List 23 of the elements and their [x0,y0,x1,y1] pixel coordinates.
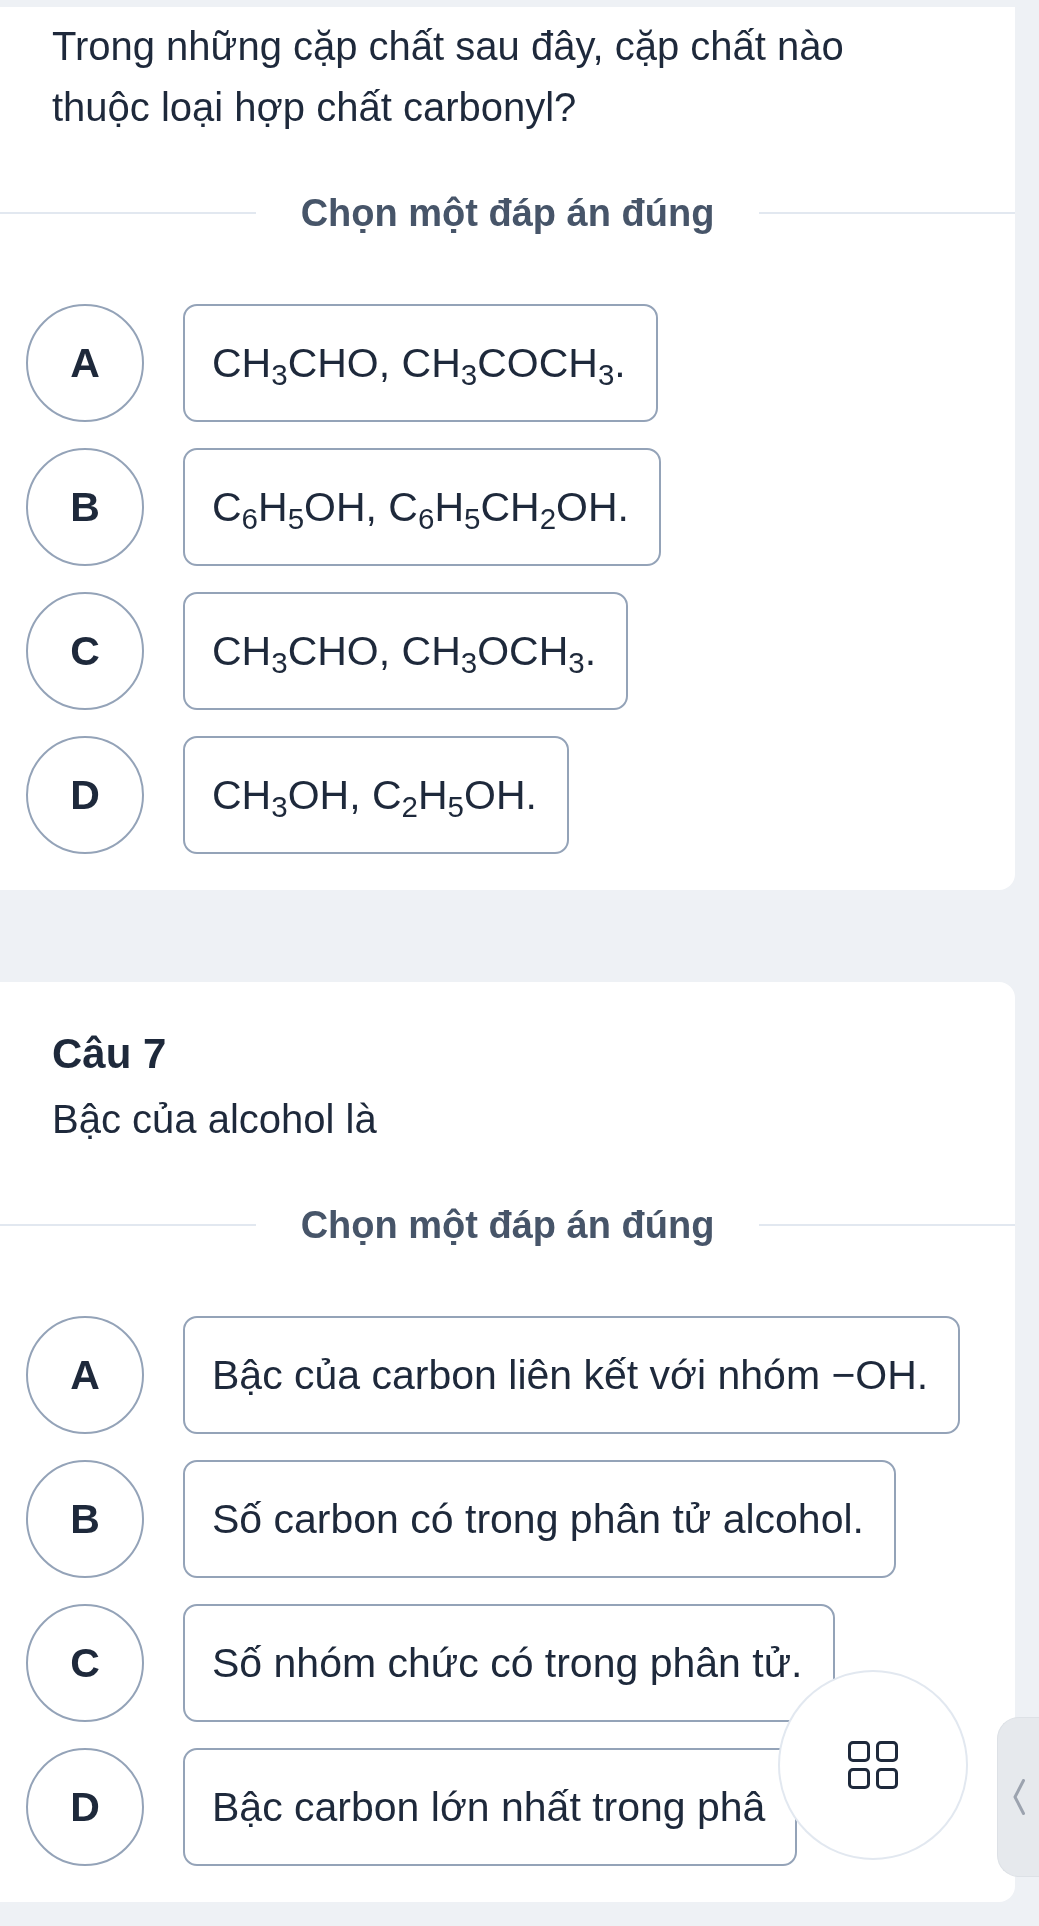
answer-button[interactable]: CH$_{3}$CHO, CH$_{3}$OCH$_{3}$. [183,592,629,710]
question-text: Bậc của alcohol là [51,1096,378,1143]
answer-button[interactable]: C$_{6}$H$_{5}$OH, C$_{6}$H$_{5}$CH$_{2}$OH. [183,448,661,566]
answer-button[interactable]: Số carbon có trong phân tử alcohol. [183,1460,896,1578]
answer-button[interactable]: CH$_{3}$CHO, CH$_{3}$COCH$_{3}$. [183,304,658,422]
answer-button[interactable]: Số nhóm chức có trong phân tử. [183,1604,835,1722]
answer-button[interactable]: Bậc carbon lớn nhất trong phâ [183,1748,798,1866]
answer-letter-button[interactable]: A [26,1316,144,1434]
question-text: Trong những cặp chất sau đây, cặp chất nào thuộc loại hợp chất carbonyl? [51,23,845,131]
answer-button[interactable]: CH$_{3}$OH, C$_{2}$H$_{5}$OH. [183,736,569,854]
answer-letter-button[interactable]: D [26,736,144,854]
chevron-left-icon [1012,1779,1025,1815]
answer-letter-button[interactable]: B [26,1460,144,1578]
answer-letter-button[interactable]: D [26,1748,144,1866]
instruction-label: Chọn một đáp án đúng [300,1203,715,1248]
answer-letter-button[interactable]: B [26,448,144,566]
question-number: Câu 7 [51,1029,168,1079]
grid-icon [848,1741,898,1789]
answer-letter-button[interactable]: A [26,304,144,422]
answer-letter-button[interactable]: C [26,1604,144,1722]
instruction-label: Chọn một đáp án đúng [300,191,715,236]
answer-button[interactable]: Bậc của carbon liên kết với nhóm −OH. [183,1316,961,1434]
answer-letter-button[interactable]: C [26,592,144,710]
